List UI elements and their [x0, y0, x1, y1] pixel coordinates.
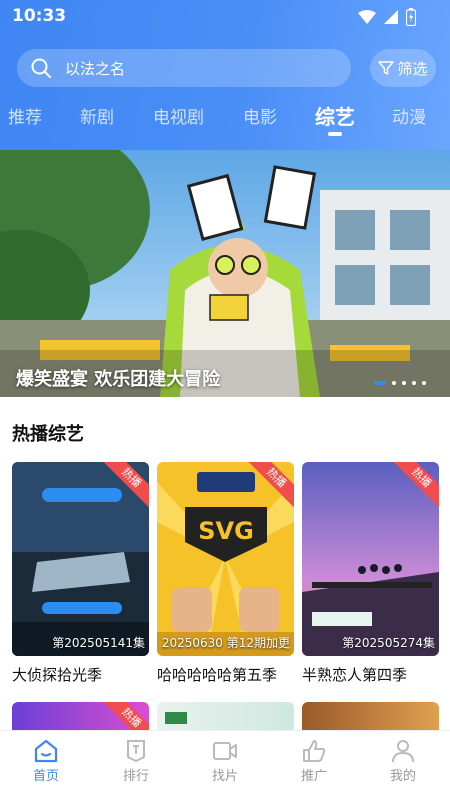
- poster-fragment: [165, 712, 187, 724]
- filter-button[interactable]: 筛选: [370, 49, 436, 87]
- section-title: 热播综艺: [12, 424, 84, 445]
- active-tab-indicator: [328, 132, 342, 136]
- tab-recommend[interactable]: 推荐: [8, 103, 42, 128]
- nav-ranking-label: 排行: [122, 769, 149, 784]
- hot-badge: 热播: [97, 702, 149, 730]
- show-poster: SVG 热播 20250630 第12期加更: [157, 462, 294, 656]
- show-card[interactable]: 热播 第202505274集 半熟恋人第四季: [302, 462, 439, 685]
- category-tabs: 推荐 新剧 电视剧 电影 综艺 动漫: [0, 103, 450, 139]
- status-time: 10:33: [12, 6, 67, 26]
- nav-ranking[interactable]: 排行: [106, 739, 166, 784]
- carousel-dot: [412, 381, 416, 385]
- filter-label: 筛选: [397, 59, 428, 78]
- svg-text:SVG: SVG: [198, 517, 254, 545]
- filter-icon: [378, 61, 395, 75]
- nav-find-videos[interactable]: 找片: [195, 739, 255, 784]
- tab-tv-series[interactable]: 电视剧: [153, 103, 204, 128]
- show-card[interactable]: SVG 热播 20250630 第12期加更 哈哈哈哈哈第五季: [157, 462, 294, 685]
- banner-image: [0, 150, 450, 397]
- banner-caption: 爆笑盛宴 欢乐团建大冒险: [16, 369, 221, 390]
- nav-promote-label: 推广: [300, 769, 327, 784]
- show-title: 半熟恋人第四季: [302, 666, 408, 684]
- poster-image: [302, 462, 439, 656]
- tab-movies[interactable]: 电影: [243, 103, 277, 128]
- poster-image: SVG: [157, 462, 294, 656]
- video-camera-icon: [213, 742, 237, 760]
- wifi-icon: [358, 10, 376, 24]
- show-title: 哈哈哈哈哈第五季: [157, 666, 278, 684]
- signal-icon: [384, 10, 398, 24]
- ranking-icon: [127, 740, 145, 763]
- nav-home-label: 首页: [32, 769, 59, 784]
- nav-profile-label: 我的: [389, 769, 416, 784]
- carousel-indicator: [374, 381, 426, 385]
- status-bar: 10:33: [0, 0, 450, 34]
- status-icons: [358, 8, 416, 26]
- carousel-dot: [402, 381, 406, 385]
- show-poster: 热播 第202505141集: [12, 462, 149, 656]
- tab-variety[interactable]: 综艺: [315, 101, 355, 130]
- tab-anime[interactable]: 动漫: [392, 103, 426, 128]
- nav-find-videos-label: 找片: [211, 769, 238, 784]
- thumbs-up-icon: [303, 740, 326, 762]
- episode-label: 第202505141集: [52, 636, 145, 650]
- user-icon: [392, 740, 414, 763]
- search-icon: [31, 58, 51, 78]
- show-card-partial[interactable]: [302, 702, 439, 730]
- nav-profile[interactable]: 我的: [373, 739, 433, 784]
- carousel-dot-active: [374, 381, 386, 385]
- home-icon: [34, 739, 58, 763]
- episode-label: 第202505274集: [342, 636, 435, 650]
- search-placeholder: 以法之名: [65, 59, 126, 78]
- poster-image: [12, 462, 149, 656]
- episode-label: 20250630 第12期加更: [161, 636, 290, 650]
- banner-carousel[interactable]: 爆笑盛宴 欢乐团建大冒险: [0, 150, 450, 397]
- show-card-partial[interactable]: [157, 702, 294, 730]
- show-title: 大侦探拾光季: [12, 666, 103, 684]
- nav-home[interactable]: 首页: [16, 739, 76, 784]
- carousel-dot: [392, 381, 396, 385]
- nav-promote[interactable]: 推广: [284, 739, 344, 784]
- search-bar[interactable]: 以法之名: [17, 49, 351, 87]
- show-card-partial[interactable]: 热播: [12, 702, 149, 730]
- show-poster: 热播 第202505274集: [302, 462, 439, 656]
- tab-new-drama[interactable]: 新剧: [80, 103, 114, 128]
- bottom-navigation: 首页 排行 找片 推广 我的: [0, 730, 450, 797]
- battery-icon: [406, 8, 416, 26]
- carousel-dot: [422, 381, 426, 385]
- show-card[interactable]: 热播 第202505141集 大侦探拾光季: [12, 462, 149, 685]
